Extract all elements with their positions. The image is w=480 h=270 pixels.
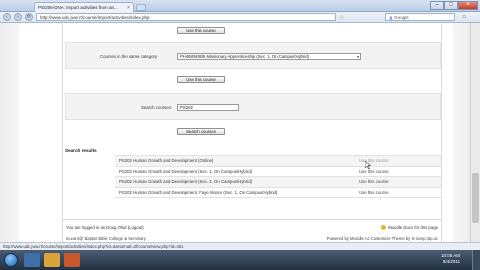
- bookmark-star-icon[interactable]: ☆: [339, 14, 344, 21]
- taskbar-firefox-icon[interactable]: [64, 253, 80, 267]
- navigation-toolbar: ‹ › ⟳ http://www.udc.jww.rt/course/impor…: [0, 12, 480, 23]
- result-row: PS202 Human Growth and Development (Sec.…: [115, 177, 441, 188]
- result-course-name: PS202 Human Growth and Development (Sec.…: [119, 168, 253, 174]
- close-button[interactable]: ×: [458, 1, 478, 10]
- scrollbar-thumb[interactable]: [472, 173, 479, 223]
- mouse-cursor-icon: [365, 161, 371, 169]
- search-courses-label: Search courses:: [141, 105, 173, 110]
- browser-status-bar: http://www.udc.jww.rt/course/import/acti…: [0, 242, 480, 250]
- minimize-button[interactable]: –: [430, 1, 444, 10]
- result-row: PS202 Human Growth and Development, Faye…: [115, 188, 441, 198]
- result-row: PS202 Human Growth and Development (Sec.…: [115, 167, 441, 177]
- maximize-button[interactable]: □: [444, 1, 458, 10]
- result-row: PS202 Human Growth and Development (Onli…: [115, 156, 441, 167]
- same-category-selected: PH468/MSB5 Missionary Apprenticeship (Se…: [180, 54, 309, 59]
- site-copyright[interactable]: eLearn@ Baptist Bible College & Seminary: [66, 236, 146, 241]
- page-footer: You are logged in as Doug Olsd (Logout) …: [62, 219, 442, 242]
- search-courses-input[interactable]: PS202: [177, 104, 239, 111]
- footer-bottom: eLearn@ Baptist Bible College & Seminary…: [62, 236, 442, 241]
- search-courses-button[interactable]: Search courses: [177, 128, 225, 135]
- taskbar-ie-icon[interactable]: [24, 253, 40, 267]
- page-content: Use this course Courses in the same cate…: [62, 23, 442, 242]
- same-category-label: Courses in the same category: [100, 54, 158, 59]
- use-this-course-link[interactable]: Use this course: [359, 169, 441, 174]
- result-course-name: PS202 Human Growth and Development, Faye…: [119, 189, 278, 195]
- logged-in-info[interactable]: You are logged in as Doug Olsd (Logout): [66, 225, 144, 230]
- tab-close-icon[interactable]: ×: [127, 5, 130, 11]
- clock-date: 8/4/2011: [442, 259, 460, 264]
- forward-icon[interactable]: ›: [14, 13, 22, 21]
- left-margin: [0, 23, 20, 242]
- moodle-docs-label: Moodle Docs for this page: [388, 225, 438, 230]
- browser-tab[interactable]: PS/206-DNA: Import activities from an...…: [34, 2, 134, 12]
- system-clock[interactable]: 10:06 AM 8/4/2011: [441, 253, 460, 265]
- page-viewport: Use this course Courses in the same cate…: [0, 23, 480, 242]
- google-icon: g: [389, 14, 393, 20]
- right-margin: [452, 23, 470, 242]
- use-this-course-button-category[interactable]: Use this course: [177, 76, 225, 83]
- moodle-docs-icon: [381, 225, 387, 230]
- powered-by[interactable]: Powered by Moodle AJ Customize Theme by …: [327, 236, 438, 241]
- tab-title: PS/206-DNA: Import activities from an...: [38, 5, 118, 10]
- use-this-course-button-top[interactable]: Use this course: [177, 27, 225, 34]
- same-category-select[interactable]: PH468/MSB5 Missionary Apprenticeship (Se…: [177, 53, 361, 60]
- vertical-scrollbar[interactable]: [470, 23, 480, 242]
- back-icon[interactable]: ‹: [3, 13, 11, 21]
- show-desktop-button[interactable]: [472, 250, 480, 270]
- address-bar[interactable]: http://www.udc.jww.rt/course/import/acti…: [36, 13, 336, 21]
- result-course-name: PS202 Human Growth and Development (Onli…: [119, 158, 214, 164]
- windows-taskbar: 10:06 AM 8/4/2011: [0, 250, 480, 270]
- same-category-section: Courses in the same category PH468/MSB5 …: [65, 42, 441, 69]
- search-results-heading: Search results: [65, 148, 97, 153]
- search-engine-box[interactable]: g Google: [385, 13, 456, 21]
- use-this-course-link[interactable]: Use this course: [359, 158, 441, 163]
- home-icon[interactable]: ⌂: [462, 14, 466, 20]
- search-results-table: PS202 Human Growth and Development (Onli…: [115, 155, 441, 198]
- window-controls: – □ ×: [430, 1, 478, 10]
- use-this-course-link[interactable]: Use this course: [359, 190, 441, 195]
- new-tab-button[interactable]: [136, 4, 146, 11]
- moodle-docs-link[interactable]: Moodle Docs for this page: [381, 225, 438, 230]
- taskbar-folder-icon[interactable]: [44, 253, 60, 267]
- start-button[interactable]: [4, 253, 18, 267]
- result-course-name: PS202 Human Growth and Development (Sec.…: [119, 179, 253, 185]
- chevron-down-icon: ▾: [356, 54, 359, 59]
- search-courses-section: Search courses: PS202: [65, 93, 441, 120]
- reload-icon[interactable]: ⟳: [25, 13, 33, 21]
- browser-titlebar: PS/206-DNA: Import activities from an...…: [0, 0, 480, 12]
- search-placeholder: Google: [394, 14, 409, 20]
- use-this-course-link[interactable]: Use this course: [359, 179, 441, 184]
